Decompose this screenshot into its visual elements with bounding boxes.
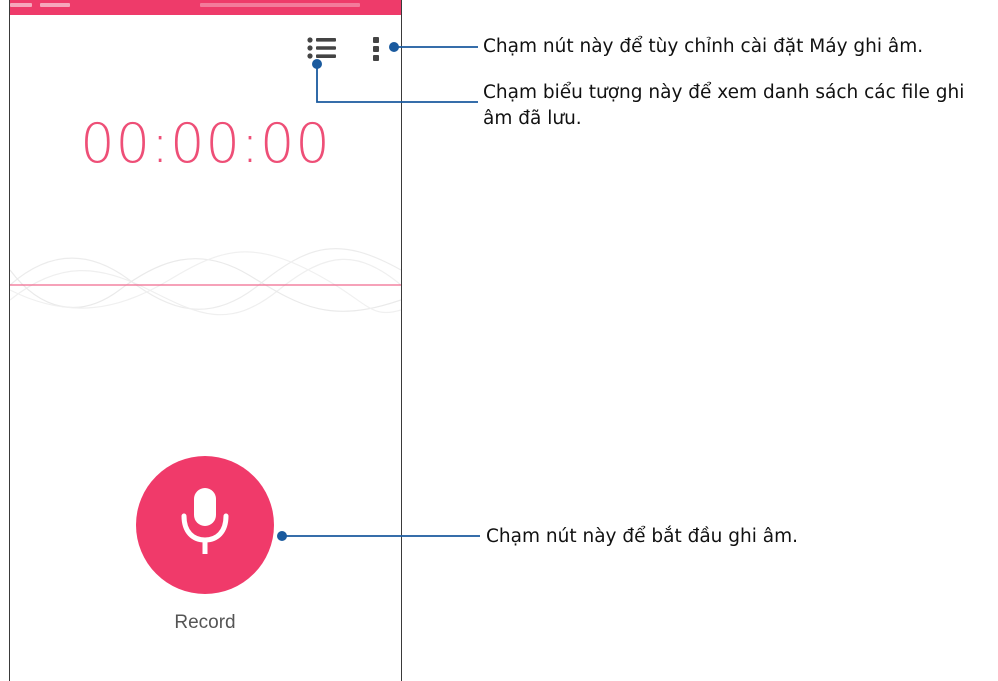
callout-dot [312, 59, 322, 69]
callout-list: Chạm biểu tượng này để xem danh sách các… [483, 82, 965, 129]
callout-dot [277, 531, 287, 541]
callout-record: Chạm nút này để bắt đầu ghi âm. [486, 526, 798, 547]
callout-dot [389, 42, 399, 52]
callout-settings: Chạm nút này để tùy chỉnh cài đặt Máy gh… [483, 36, 924, 57]
